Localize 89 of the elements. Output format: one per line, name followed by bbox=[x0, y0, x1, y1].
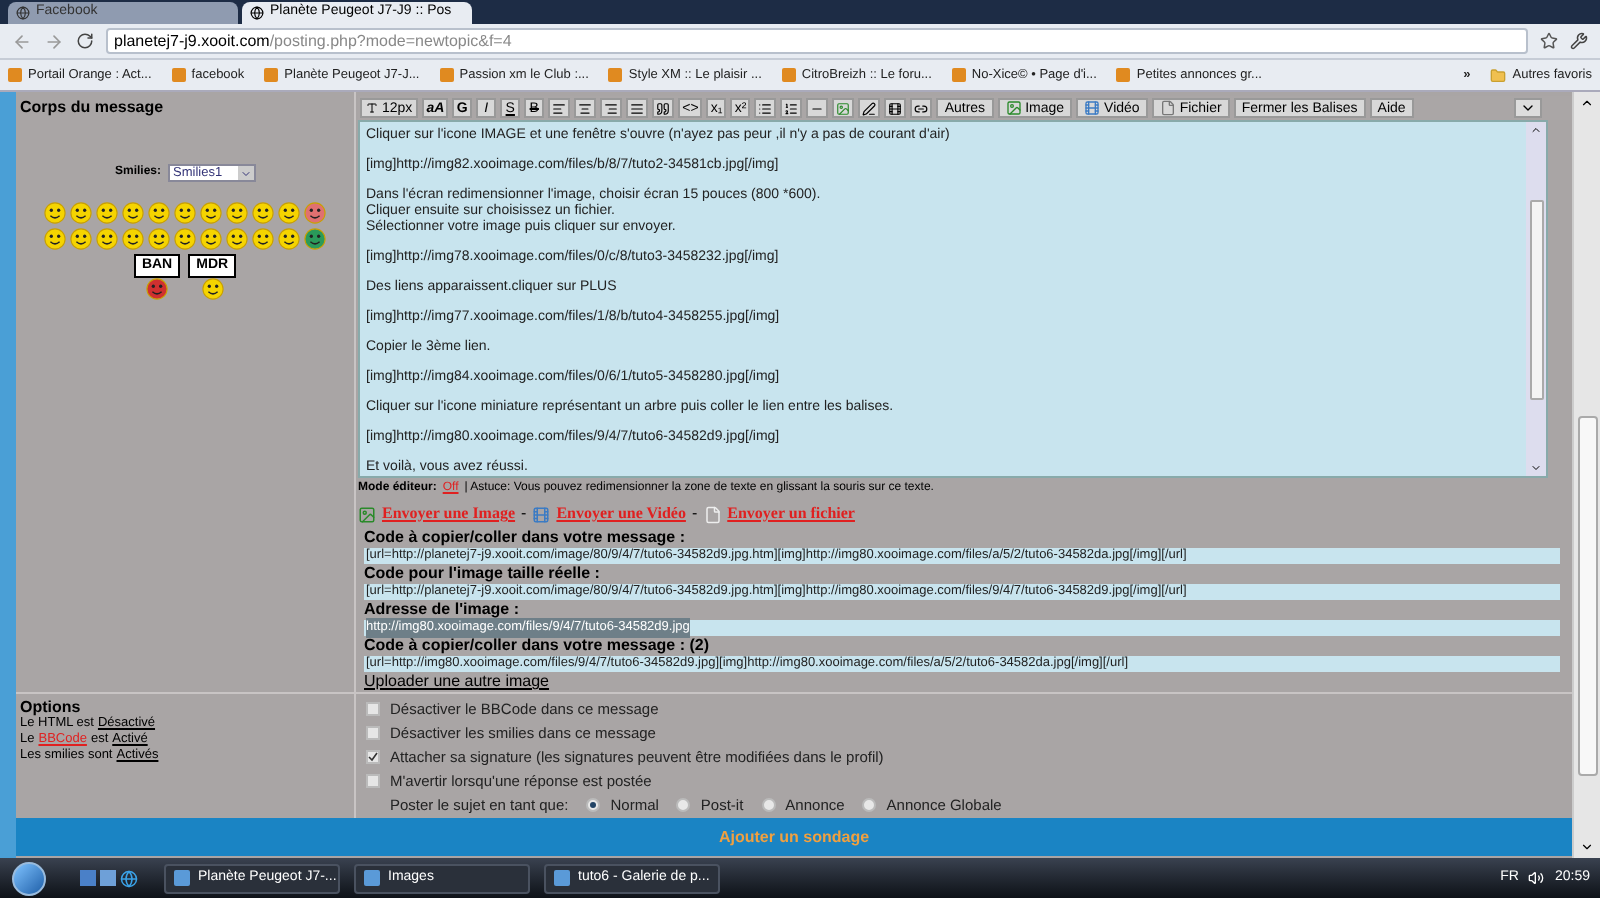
radio-button[interactable] bbox=[862, 798, 877, 812]
message-textarea[interactable] bbox=[360, 122, 1526, 476]
bookmark-favicon-icon bbox=[608, 68, 623, 82]
start-button[interactable] bbox=[12, 861, 46, 895]
settings-icon[interactable] bbox=[1570, 32, 1588, 50]
bookmark-favicon-icon bbox=[1116, 68, 1131, 82]
code-label: Code à copier/coller dans votre message : (2) bbox=[364, 636, 712, 656]
checkbox[interactable] bbox=[366, 702, 380, 716]
list-button[interactable] bbox=[754, 98, 777, 118]
window-icon[interactable] bbox=[100, 869, 116, 885]
options-title: Options bbox=[20, 698, 83, 716]
radio-button[interactable] bbox=[676, 798, 691, 812]
checkbox[interactable] bbox=[366, 750, 380, 764]
page-icon bbox=[250, 6, 264, 20]
image-icon bbox=[358, 505, 376, 523]
radio-button[interactable] bbox=[761, 798, 776, 812]
smiley-icon[interactable] bbox=[148, 228, 170, 250]
file-icon bbox=[703, 505, 722, 523]
smiley-icon[interactable] bbox=[146, 278, 169, 300]
smiley-icon[interactable] bbox=[122, 228, 144, 250]
page-icon bbox=[16, 6, 30, 20]
text-size-icon bbox=[366, 102, 378, 114]
film-icon bbox=[532, 505, 551, 523]
section-title: Corps du message bbox=[18, 96, 164, 120]
horizontal-rule-button[interactable] bbox=[806, 98, 829, 118]
link-button[interactable] bbox=[910, 98, 933, 118]
smiley-icon[interactable] bbox=[278, 202, 300, 224]
list-button[interactable] bbox=[780, 98, 803, 118]
bookmark-favicon-icon bbox=[951, 68, 966, 82]
page-scrollbar[interactable] bbox=[1572, 92, 1600, 858]
smiley-icon[interactable] bbox=[70, 202, 92, 224]
separator-text: - bbox=[521, 502, 527, 526]
browser-icon[interactable] bbox=[120, 869, 138, 887]
code-label: Adresse de l'image : bbox=[364, 600, 521, 620]
video-button[interactable] bbox=[884, 98, 907, 118]
app-icon bbox=[554, 870, 570, 886]
app-icon bbox=[364, 870, 380, 886]
separator-text: - bbox=[691, 502, 698, 526]
smiley-icon[interactable] bbox=[252, 202, 274, 224]
file-icon bbox=[1159, 100, 1176, 116]
expand-button[interactable] bbox=[1514, 98, 1542, 118]
smiley-icon[interactable] bbox=[174, 228, 196, 250]
folder-icon bbox=[1490, 67, 1507, 83]
chevron-down-icon bbox=[1520, 100, 1536, 116]
smiley-icon[interactable] bbox=[304, 228, 326, 250]
smiley-icon[interactable] bbox=[148, 202, 170, 224]
bookmark-favicon-icon bbox=[439, 68, 454, 82]
smiley-icon[interactable] bbox=[252, 228, 274, 250]
smiley-icon[interactable] bbox=[304, 202, 326, 224]
reload-icon[interactable] bbox=[76, 32, 94, 50]
align-button[interactable] bbox=[548, 98, 571, 118]
align-button[interactable] bbox=[626, 98, 649, 118]
scroll-up-icon[interactable] bbox=[1580, 96, 1594, 110]
pen-button[interactable] bbox=[858, 98, 881, 118]
smiley-icon[interactable] bbox=[96, 202, 118, 224]
quote-button[interactable] bbox=[652, 98, 675, 118]
star-icon[interactable] bbox=[1540, 32, 1558, 50]
smiley-icon[interactable] bbox=[200, 228, 222, 250]
smiley-icon[interactable] bbox=[200, 202, 222, 224]
checkbox[interactable] bbox=[366, 774, 380, 788]
smiley-icon[interactable] bbox=[44, 228, 66, 250]
radio-button[interactable] bbox=[586, 798, 601, 812]
film-icon bbox=[1084, 100, 1101, 116]
smiley-icon[interactable] bbox=[96, 228, 118, 250]
smiley-icon[interactable] bbox=[122, 202, 144, 224]
bookmark-favicon-icon bbox=[171, 68, 186, 82]
app-icon bbox=[174, 870, 190, 886]
align-button[interactable] bbox=[600, 98, 623, 118]
smiley-icon[interactable] bbox=[70, 228, 92, 250]
checkbox[interactable] bbox=[366, 726, 380, 740]
smiley-icon[interactable] bbox=[44, 202, 66, 224]
align-button[interactable] bbox=[574, 98, 597, 118]
address-field[interactable]: planetej7-j9.xooit.com/posting.php?mode=newtopic&f=4 bbox=[106, 28, 1528, 54]
code-label: Code pour l'image taille réelle : bbox=[364, 564, 602, 584]
smiley-icon[interactable] bbox=[174, 202, 196, 224]
smiley-icon[interactable] bbox=[226, 228, 248, 250]
smiley-icon[interactable] bbox=[278, 228, 300, 250]
code-label: Code à copier/coller dans votre message : bbox=[364, 528, 688, 548]
desktop-icon[interactable] bbox=[80, 869, 96, 885]
smiley-icon[interactable] bbox=[201, 278, 224, 300]
volume-icon[interactable] bbox=[1528, 870, 1545, 886]
smiley-icon[interactable] bbox=[226, 202, 248, 224]
upload-another-link[interactable]: Uploader une autre image bbox=[364, 672, 550, 692]
pen-icon bbox=[862, 101, 877, 115]
bookmark-favicon-icon bbox=[781, 68, 796, 82]
bookmark-favicon-icon bbox=[264, 68, 279, 82]
image-icon bbox=[1005, 100, 1022, 116]
scroll-down-icon[interactable] bbox=[1580, 840, 1594, 854]
bookmark-favicon-icon bbox=[8, 68, 22, 82]
